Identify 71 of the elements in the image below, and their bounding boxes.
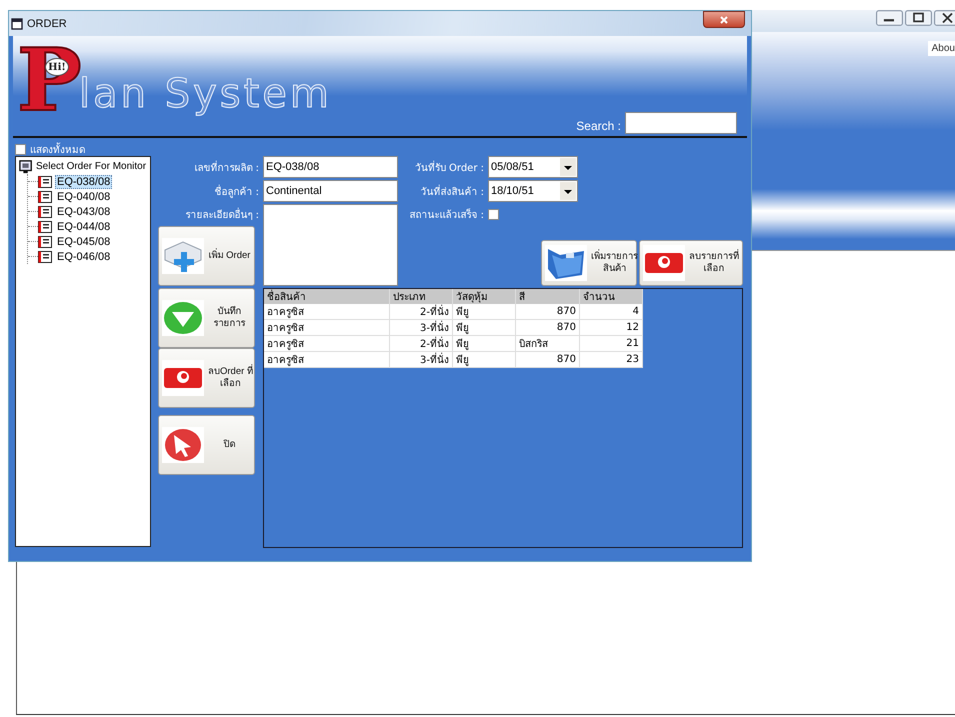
checkbox[interactable] [488, 208, 499, 220]
document-icon [38, 220, 52, 232]
remove-icon [163, 366, 203, 390]
search-label: Search : [576, 119, 621, 133]
document-icon [38, 236, 52, 248]
table-cell: อาครูซิส [264, 304, 390, 320]
table-cell: 4 [580, 304, 642, 320]
table-cell: 2-ที่นั่ง [390, 304, 452, 320]
table-cell: พียู [452, 320, 516, 336]
document-icon [38, 250, 52, 262]
table-cell: 870 [516, 304, 580, 320]
field-label: วันที่ส่งสินค้า : [419, 184, 484, 198]
field-label: ชื่อลูกค้า : [214, 184, 259, 198]
monitor-icon [19, 160, 33, 174]
table-cell: 870 [516, 320, 580, 336]
column-header[interactable]: สี [516, 289, 580, 304]
action-button[interactable]: ลบOrder ที่ เลือก [158, 348, 255, 408]
action-button[interactable]: เพิ่ม Order [158, 226, 255, 286]
maximize-icon[interactable] [905, 10, 932, 26]
table-cell: บิสกริส [516, 336, 580, 352]
action-button[interactable]: ลบรายการที่ เลือก [639, 240, 743, 286]
table-cell: พียู [452, 304, 516, 320]
tree-item[interactable]: EQ-038/08 [55, 174, 112, 188]
table-cell: อาครูซิส [264, 336, 390, 352]
table-cell: 2-ที่นั่ง [390, 336, 452, 352]
table-cell: 23 [580, 352, 642, 368]
window-title: ORDER [27, 18, 67, 30]
column-header[interactable]: จำนวน [580, 289, 642, 304]
column-header[interactable]: ประเภท [390, 289, 452, 304]
order-number-field[interactable]: EQ-038/08 [263, 156, 398, 178]
tree-item[interactable]: EQ-040/08 [55, 190, 112, 204]
tree-root-label[interactable]: Select Order For Monitor [36, 161, 146, 172]
field-label: เลขที่การผลิต : [194, 160, 259, 174]
table-cell: 12 [580, 320, 642, 336]
action-button[interactable]: บันทึก รายการ [158, 288, 255, 348]
column-header[interactable]: วัสดุหุ้ม [452, 289, 516, 304]
field-label: รายละเอียดอื่นๆ : [185, 206, 259, 222]
table-cell: พียู [452, 352, 516, 368]
remove-icon [644, 251, 684, 275]
field-label: สถานะแล้วเสร็จ : [408, 207, 484, 222]
checkbox-label: แสดงทั้งหมด [30, 142, 85, 156]
date-dropdown[interactable]: 18/10/51 [488, 180, 578, 202]
document-icon [38, 206, 52, 218]
minimize-icon[interactable] [876, 10, 903, 26]
action-button[interactable]: ปิด [158, 415, 255, 475]
document-icon [38, 190, 52, 202]
close-icon[interactable] [934, 10, 955, 26]
checkbox[interactable] [15, 144, 26, 154]
table-cell: อาครูซิส [264, 352, 390, 368]
document-icon [38, 176, 52, 188]
tree-item[interactable]: EQ-044/08 [55, 220, 112, 234]
tree-item[interactable]: EQ-043/08 [55, 204, 112, 218]
window-icon [11, 18, 23, 30]
customer-field[interactable]: Continental [263, 180, 398, 202]
close-button[interactable] [703, 11, 745, 28]
details-field[interactable] [263, 204, 398, 286]
tree-item[interactable]: EQ-045/08 [55, 234, 112, 248]
cursor-icon [163, 427, 203, 463]
table-cell: อาครูซิส [264, 320, 390, 336]
field-label: วันที่รับ Order : [414, 160, 484, 174]
table-cell: 3-ที่นั่ง [390, 352, 452, 368]
date-dropdown[interactable]: 05/08/51 [488, 156, 578, 178]
tree-item[interactable]: EQ-046/08 [55, 250, 112, 264]
tab[interactable]: Abou [928, 41, 955, 56]
close-icon [719, 14, 729, 24]
search-field[interactable] [625, 112, 737, 134]
table-cell: พียู [452, 336, 516, 352]
table-cell: 870 [516, 352, 580, 368]
column-header[interactable]: ชื่อสินค้า [264, 289, 390, 304]
table-cell: 3-ที่นั่ง [390, 320, 452, 336]
table-cell: 21 [580, 336, 642, 352]
